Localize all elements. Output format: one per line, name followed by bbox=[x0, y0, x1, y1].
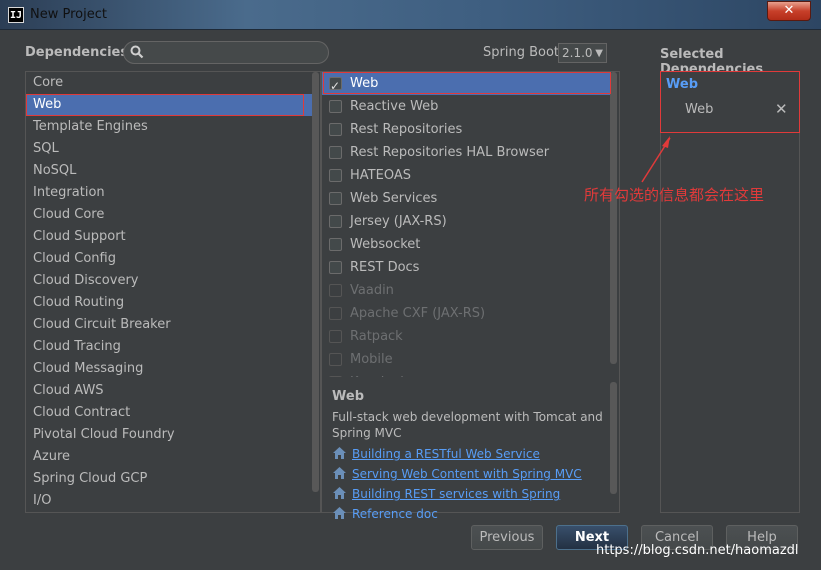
checkbox[interactable] bbox=[329, 123, 342, 136]
dependency-item[interactable]: Web Services bbox=[322, 187, 610, 210]
category-item[interactable]: Cloud Core bbox=[26, 204, 312, 226]
checkbox[interactable] bbox=[329, 169, 342, 182]
description-title: Web bbox=[332, 389, 364, 404]
category-item[interactable]: SQL bbox=[26, 138, 312, 160]
category-item[interactable]: Cloud Support bbox=[26, 226, 312, 248]
category-item[interactable]: Cloud Routing bbox=[26, 292, 312, 314]
spring-boot-label: Spring Boot bbox=[483, 45, 560, 60]
dependency-label: Web Services bbox=[350, 191, 438, 206]
dependency-label: Keycloak bbox=[350, 375, 408, 377]
category-item[interactable]: Template Engines bbox=[26, 116, 312, 138]
dependency-scrollbar[interactable] bbox=[610, 72, 617, 364]
dependency-item[interactable]: Jersey (JAX-RS) bbox=[322, 210, 610, 233]
category-item[interactable]: Azure bbox=[26, 446, 312, 468]
dependency-label: Mobile bbox=[350, 352, 393, 367]
category-item[interactable]: Cloud AWS bbox=[26, 380, 312, 402]
category-item[interactable]: Core bbox=[26, 72, 312, 94]
home-icon bbox=[333, 507, 346, 519]
home-icon bbox=[333, 467, 346, 479]
category-item[interactable]: Cloud Discovery bbox=[26, 270, 312, 292]
category-list[interactable]: Core Web Template Engines SQL NoSQL Integrati… bbox=[25, 71, 321, 513]
guide-link[interactable]: Reference doc bbox=[333, 507, 438, 519]
spring-boot-version-value: 2.1.0 bbox=[562, 46, 593, 60]
previous-button[interactable]: Previous bbox=[471, 525, 543, 550]
selected-group-label: Web bbox=[666, 77, 698, 92]
dependency-label: Rest Repositories HAL Browser bbox=[350, 145, 550, 160]
category-item[interactable]: Spring Cloud GCP bbox=[26, 468, 312, 490]
category-item[interactable]: Cloud Circuit Breaker bbox=[26, 314, 312, 336]
dependency-label: REST Docs bbox=[350, 260, 420, 275]
dependency-item[interactable]: Rest Repositories HAL Browser bbox=[322, 141, 610, 164]
checkbox[interactable] bbox=[329, 146, 342, 159]
checkbox bbox=[329, 307, 342, 320]
title-bar: IJ New Project ✕ bbox=[0, 0, 821, 30]
checkbox bbox=[329, 330, 342, 343]
window-title: New Project bbox=[30, 7, 107, 22]
checkbox[interactable] bbox=[329, 238, 342, 251]
annotation-arrow-icon bbox=[641, 136, 671, 183]
dependency-label: Jersey (JAX-RS) bbox=[350, 214, 447, 229]
checkbox[interactable] bbox=[329, 100, 342, 113]
category-item[interactable]: Cloud Config bbox=[26, 248, 312, 270]
dependency-item: Ratpack bbox=[322, 325, 610, 348]
close-window-button[interactable]: ✕ bbox=[767, 1, 811, 21]
annotation-text: 所有勾选的信息都会在这里 bbox=[584, 186, 765, 204]
category-scrollbar[interactable] bbox=[312, 72, 319, 492]
dependency-item[interactable]: Reactive Web bbox=[322, 95, 610, 118]
watermark: https://blog.csdn.net/haomazdl bbox=[596, 543, 799, 558]
search-input[interactable] bbox=[123, 41, 329, 64]
checkbox bbox=[329, 353, 342, 366]
dependency-label: Reactive Web bbox=[350, 99, 439, 114]
web-dependency-highlight bbox=[323, 72, 611, 94]
dependency-item: Apache CXF (JAX-RS) bbox=[322, 302, 610, 325]
intellij-icon: IJ bbox=[8, 7, 24, 23]
checkbox bbox=[329, 284, 342, 297]
checkbox[interactable] bbox=[329, 192, 342, 205]
guide-link-label[interactable]: Building a RESTful Web Service bbox=[352, 447, 540, 461]
home-icon bbox=[333, 487, 346, 499]
dependency-label: Websocket bbox=[350, 237, 421, 252]
chevron-down-icon: ▼ bbox=[595, 48, 603, 59]
checkbox[interactable] bbox=[329, 261, 342, 274]
guide-link-label[interactable]: Reference doc bbox=[352, 507, 438, 519]
category-item[interactable]: Pivotal Cloud Foundry bbox=[26, 424, 312, 446]
category-item[interactable]: NoSQL bbox=[26, 160, 312, 182]
home-icon bbox=[333, 447, 346, 459]
dependency-item[interactable]: Websocket bbox=[322, 233, 610, 256]
guide-link[interactable]: Serving Web Content with Spring MVC bbox=[333, 467, 582, 481]
description-text: Full-stack web development with Tomcat a… bbox=[332, 410, 603, 440]
search-icon bbox=[130, 45, 144, 59]
dependency-label: Ratpack bbox=[350, 329, 403, 344]
checkbox bbox=[329, 376, 342, 377]
dependency-label: Rest Repositories bbox=[350, 122, 463, 137]
dependency-item[interactable]: HATEOAS bbox=[322, 164, 610, 187]
dependency-item: Mobile bbox=[322, 348, 610, 371]
category-item[interactable]: Integration bbox=[26, 182, 312, 204]
dependency-label: Apache CXF (JAX-RS) bbox=[350, 306, 486, 321]
guide-link-label[interactable]: Building REST services with Spring bbox=[352, 487, 560, 501]
checkbox[interactable] bbox=[329, 215, 342, 228]
dependency-item: Vaadin bbox=[322, 279, 610, 302]
dependency-label: HATEOAS bbox=[350, 168, 411, 183]
guide-link-label[interactable]: Serving Web Content with Spring MVC bbox=[352, 467, 582, 481]
category-item[interactable]: Cloud Tracing bbox=[26, 336, 312, 358]
dependency-item[interactable]: Rest Repositories bbox=[322, 118, 610, 141]
category-item[interactable]: I/O bbox=[26, 490, 312, 512]
guide-link[interactable]: Building a RESTful Web Service bbox=[333, 447, 540, 461]
dependency-label: Vaadin bbox=[350, 283, 394, 298]
dependency-item[interactable]: REST Docs bbox=[322, 256, 610, 279]
web-category-highlight bbox=[26, 94, 304, 116]
category-item[interactable]: Cloud Contract bbox=[26, 402, 312, 424]
remove-icon[interactable]: ✕ bbox=[775, 100, 788, 118]
category-item[interactable]: Cloud Messaging bbox=[26, 358, 312, 380]
dependencies-label: Dependencies bbox=[25, 45, 129, 60]
guide-link[interactable]: Building REST services with Spring bbox=[333, 487, 560, 501]
dependency-item: Keycloak bbox=[322, 371, 610, 377]
selected-dependencies-panel bbox=[660, 71, 800, 513]
spring-boot-version-select[interactable]: 2.1.0 ▼ bbox=[558, 43, 607, 63]
selected-item: Web bbox=[685, 102, 714, 117]
